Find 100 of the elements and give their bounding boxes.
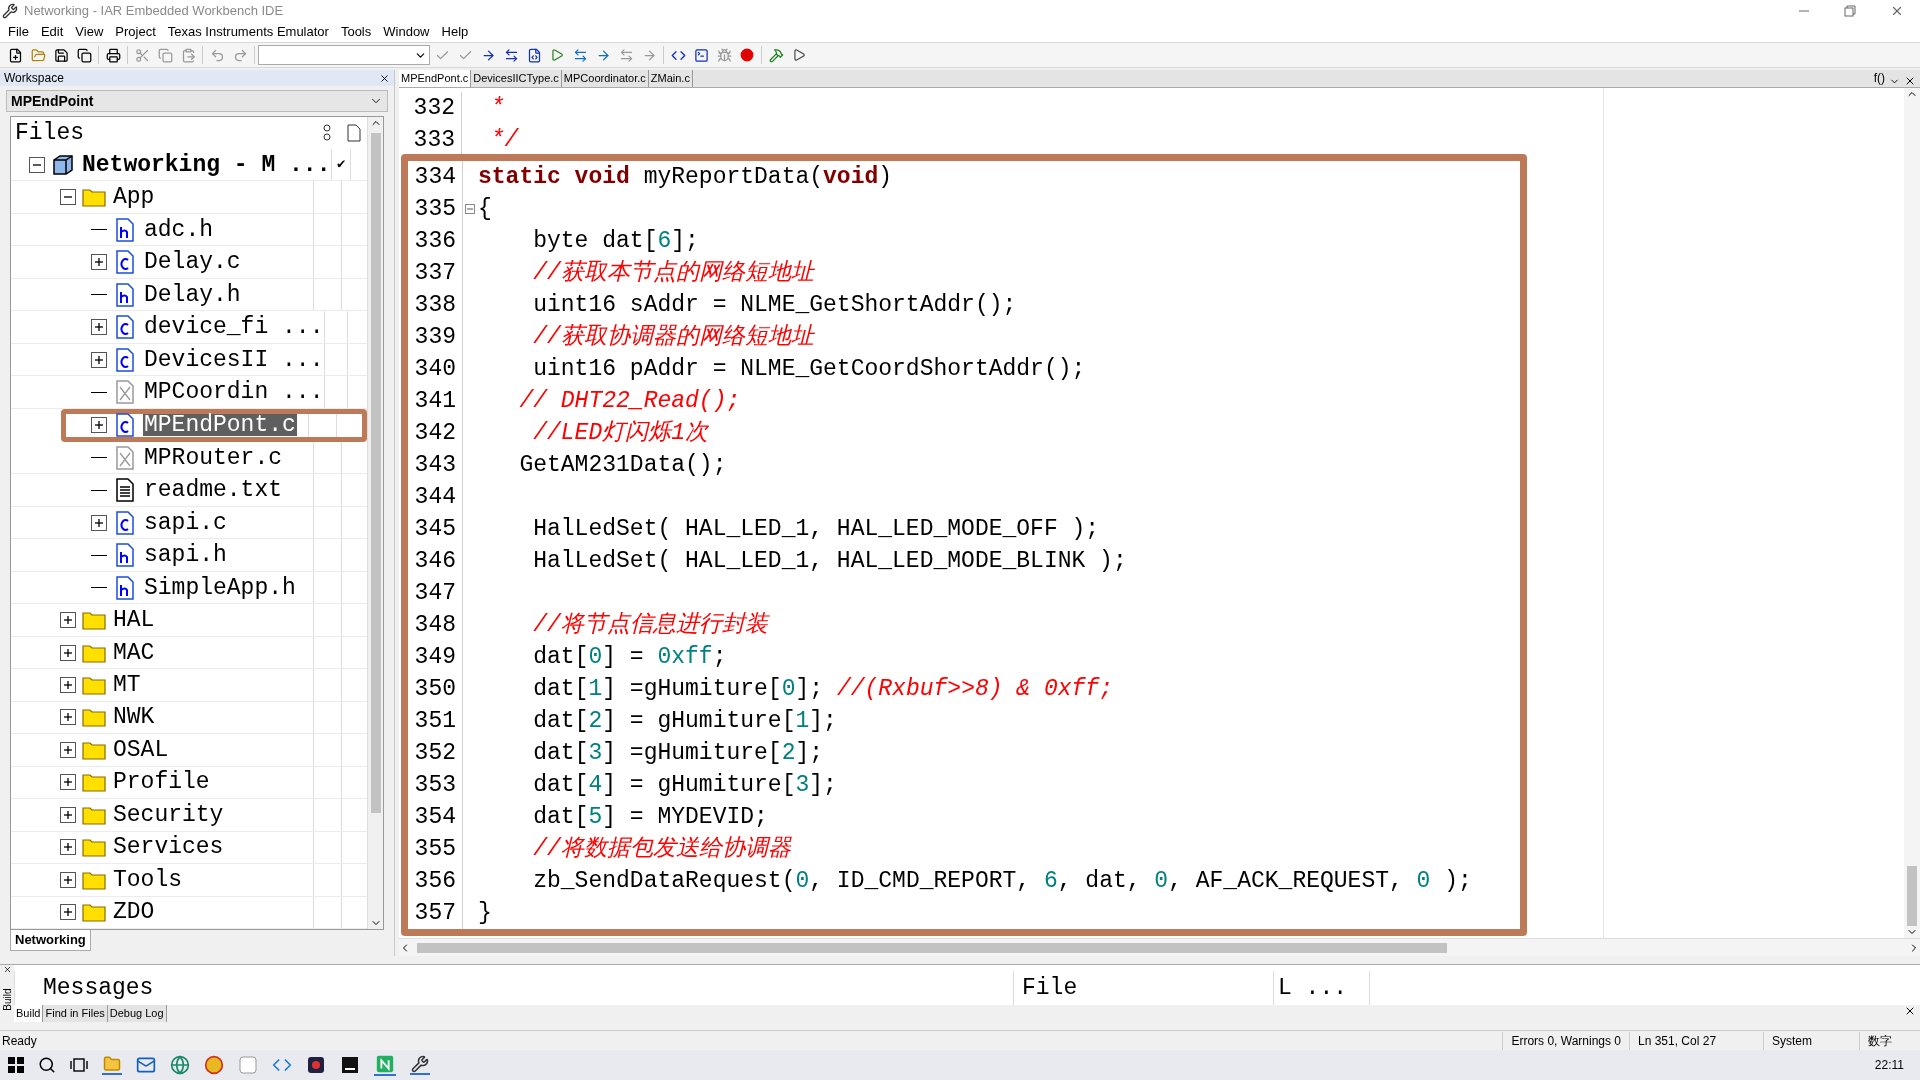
expand-toggle[interactable]	[60, 871, 76, 888]
scrollbar[interactable]	[1904, 88, 1920, 938]
line-number: 348	[413, 610, 457, 640]
c-file-icon	[115, 413, 135, 438]
scroll-thumb[interactable]	[1907, 866, 1917, 926]
expand-toggle[interactable]	[91, 351, 107, 368]
app-icon[interactable]	[340, 1055, 360, 1075]
menu-item[interactable]: Tools	[334, 22, 378, 42]
tree-item[interactable]: adc.h	[143, 218, 214, 241]
expand-toggle[interactable]	[60, 904, 76, 921]
tree-item[interactable]: Delay.h	[143, 283, 242, 306]
expand-toggle[interactable]	[60, 709, 76, 726]
tree-item[interactable]: sapi.c	[143, 511, 228, 534]
scroll-thumb[interactable]	[417, 942, 1447, 953]
line-number: 350	[413, 674, 457, 704]
expand-toggle[interactable]	[91, 417, 107, 434]
function-button[interactable]: f()	[1869, 69, 1889, 87]
tree-item[interactable]: SimpleApp.h	[143, 576, 297, 599]
tree-item[interactable]: Networking - M ...	[81, 153, 332, 176]
folder-icon	[82, 837, 106, 858]
tools-icon[interactable]	[410, 1055, 430, 1075]
tree-item[interactable]: MPCoordin ...	[143, 381, 325, 404]
tree-item[interactable]: App	[112, 186, 156, 209]
folder-icon	[82, 707, 106, 728]
windows-logo-icon[interactable]	[8, 1057, 24, 1073]
tree-item[interactable]: Delay.c	[143, 251, 242, 274]
tree-item[interactable]: MAC	[112, 641, 156, 664]
fold-toggle[interactable]	[464, 204, 475, 214]
configuration-dropdown[interactable]: MPEndPoint	[6, 90, 388, 112]
close-icon[interactable]	[1904, 1005, 1916, 1017]
code-line: GetAM231Data();	[518, 450, 727, 480]
tree-item[interactable]: OSAL	[112, 738, 170, 761]
tree-item[interactable]: MPRouter.c	[143, 446, 284, 469]
tree-item[interactable]: Tools	[112, 868, 183, 891]
line-number: 335	[413, 194, 457, 224]
expand-toggle[interactable]	[60, 741, 76, 758]
folder-icon	[82, 772, 106, 793]
scrollbar[interactable]	[367, 117, 383, 929]
expand-toggle[interactable]	[60, 774, 76, 791]
scrollbar[interactable]	[399, 938, 1920, 956]
collapse-toggle[interactable]	[29, 156, 45, 173]
close-icon[interactable]	[2, 965, 12, 974]
file-tab[interactable]: MPEndPont.c	[399, 70, 472, 87]
collapse-toggle[interactable]	[60, 189, 76, 206]
panel-tab[interactable]: Debug Log	[107, 1005, 167, 1022]
tree-item[interactable]: NWK	[112, 706, 156, 729]
tree-item[interactable]: sapi.h	[143, 544, 228, 567]
menu-item[interactable]: Project	[109, 22, 162, 42]
menu-item[interactable]: Window	[377, 22, 436, 42]
configuration-value: MPEndPoint	[11, 91, 94, 111]
expand-toggle[interactable]	[91, 254, 107, 271]
h-file-icon	[115, 543, 135, 568]
close-icon[interactable]	[1904, 75, 1916, 87]
menu-item[interactable]: Texas Instruments Emulator	[161, 22, 335, 42]
expand-toggle[interactable]	[91, 319, 107, 336]
c-file-icon	[115, 347, 135, 372]
expand-toggle[interactable]	[60, 806, 76, 823]
tree-item[interactable]: MT	[112, 674, 142, 696]
expand-toggle[interactable]	[60, 612, 76, 629]
expand-toggle[interactable]	[60, 644, 76, 661]
tree-item[interactable]: Profile	[112, 771, 211, 794]
status-message: Ready	[1, 1032, 38, 1050]
file-tab[interactable]: DevicesIICType.c	[471, 70, 562, 87]
menu-item[interactable]: Help	[435, 22, 475, 42]
workspace-tab[interactable]: Networking	[10, 930, 91, 951]
code-line: //LED灯闪烁1次	[532, 418, 709, 448]
tree-item[interactable]: MPEndPont.c	[143, 414, 297, 437]
expand-toggle[interactable]	[60, 839, 76, 856]
menu-item[interactable]: File	[2, 22, 35, 42]
file-tab[interactable]: MPCoordinator.c	[561, 70, 649, 87]
panel-tab[interactable]: Find in Files	[43, 1005, 108, 1022]
scroll-thumb[interactable]	[370, 133, 381, 813]
folder-icon	[82, 804, 106, 825]
tree-item[interactable]: device_fi ...	[143, 316, 325, 339]
menu-item[interactable]: View	[69, 22, 110, 42]
tree-item[interactable]: DevicesII ...	[143, 348, 325, 371]
expand-toggle[interactable]	[91, 514, 107, 531]
folder-icon[interactable]	[102, 1055, 122, 1075]
close-icon[interactable]	[379, 72, 390, 84]
c-file-icon	[115, 250, 135, 275]
tree-item[interactable]: readme.txt	[143, 479, 284, 502]
code-line: dat[5] = MYDEVID;	[532, 802, 768, 832]
search-icon[interactable]	[38, 1056, 56, 1074]
mail-icon[interactable]	[136, 1055, 156, 1075]
code-line: // DHT22_Read();	[518, 386, 741, 416]
line-number: 344	[413, 482, 457, 512]
file-tab[interactable]: ZMain.c	[648, 70, 693, 87]
line-number: 339	[413, 322, 457, 352]
side-label: Build	[0, 988, 14, 1011]
task-view-icon[interactable]	[70, 1057, 88, 1073]
menu-item[interactable]: Edit	[34, 22, 70, 42]
panel-tab[interactable]: Build	[14, 1005, 44, 1022]
line-number: 341	[413, 386, 457, 416]
tree-item[interactable]: Services	[112, 836, 225, 859]
expand-toggle[interactable]	[60, 677, 76, 693]
tree-item[interactable]: HAL	[112, 609, 156, 632]
tree-item[interactable]: Security	[112, 803, 225, 826]
tree-item[interactable]: ZDO	[112, 901, 156, 924]
restore-icon[interactable]	[1844, 5, 1856, 17]
app-icon[interactable]	[306, 1055, 326, 1075]
